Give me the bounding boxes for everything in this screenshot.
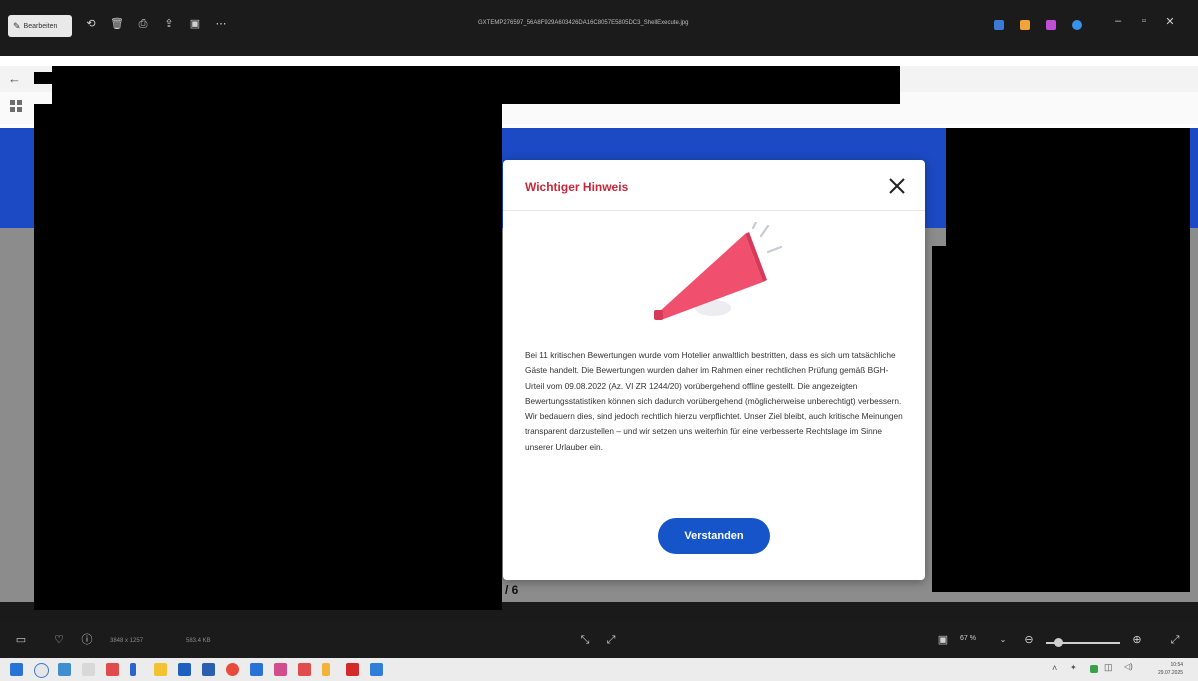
understood-button[interactable]: Verstanden — [658, 518, 770, 554]
taskbar-app-icon[interactable] — [274, 663, 287, 676]
start-icon[interactable] — [10, 663, 23, 676]
file-size: 583.4 KB — [186, 638, 211, 644]
fullscreen-icon[interactable]: ⤢ — [1168, 633, 1182, 647]
search-icon[interactable] — [34, 663, 49, 678]
image-dimensions: 3848 x 1257 — [110, 638, 144, 644]
chevron-down-icon[interactable]: ⌄ — [996, 633, 1010, 647]
screen-icon[interactable]: ▣ — [936, 633, 950, 647]
pdf-icon[interactable] — [346, 663, 359, 676]
taskbar-app-icon[interactable] — [178, 663, 191, 676]
page-counter: / 6 — [505, 583, 519, 597]
taskbar-clock[interactable]: 10:54 29.07.2025 — [1158, 661, 1183, 677]
network-icon[interactable]: ✦ — [1070, 663, 1077, 672]
zoom-level[interactable]: 67 % — [960, 635, 976, 642]
taskbar-app-icon[interactable] — [58, 663, 71, 676]
back-arrow-icon[interactable]: ← — [8, 71, 21, 86]
megaphone-icon — [654, 222, 783, 320]
app-icon[interactable] — [1046, 20, 1056, 30]
zoom-slider-thumb[interactable] — [1054, 638, 1063, 647]
chrome-icon[interactable] — [226, 663, 239, 676]
clock-time: 10:54 — [1170, 662, 1184, 668]
dialog-message: Bei 11 kritischen Bewertungen wurde vom … — [525, 350, 903, 452]
edit-icon: ✎ — [13, 20, 21, 31]
chevron-up-icon[interactable]: ˄ — [1052, 663, 1057, 673]
apps-grid-icon[interactable] — [10, 100, 22, 112]
close-window-icon[interactable]: ✕ — [1162, 15, 1178, 28]
taskbar-app-icon[interactable] — [82, 663, 95, 676]
zoom-out-icon[interactable]: ⊖ — [1022, 633, 1036, 647]
tray-app-icon[interactable] — [1090, 665, 1098, 673]
dialog-title: Wichtiger Hinweis — [525, 180, 629, 194]
redaction-block — [52, 66, 900, 104]
redaction-block — [34, 72, 54, 84]
app-icon[interactable] — [1020, 20, 1030, 30]
redaction-block — [946, 128, 1190, 246]
fit-icon[interactable]: ⤡ — [578, 633, 592, 647]
minimize-icon[interactable]: – — [1110, 15, 1126, 27]
viewer-title-bar — [0, 0, 1198, 56]
favorite-icon[interactable]: ♡ — [52, 633, 66, 647]
photos-icon[interactable] — [370, 663, 383, 676]
notice-dialog: Wichtiger Hinweis Bei 11 kritischen Bewe… — [503, 160, 925, 580]
dialog-divider — [503, 210, 925, 211]
delete-icon[interactable]: 🗑 — [110, 17, 124, 31]
close-icon — [889, 178, 905, 194]
print-icon[interactable]: ⎙ — [136, 17, 150, 31]
edit-button-label: Bearbeiten — [23, 22, 58, 30]
actual-size-icon[interactable]: ⤢ — [604, 633, 618, 647]
rotate-icon[interactable]: ⟲ — [84, 17, 98, 31]
app-icon[interactable] — [994, 20, 1004, 30]
redaction-block — [34, 104, 502, 610]
file-name: GXTEMP276597_56A8F929A603426DA16C8057E58… — [478, 20, 689, 26]
more-icon[interactable]: ⋯ — [214, 17, 228, 31]
maximize-icon[interactable]: ▫ — [1136, 15, 1152, 27]
viewer-status-bar — [0, 622, 1198, 658]
info-icon[interactable]: ⓘ — [80, 633, 94, 647]
taskbar-app-icon[interactable] — [106, 663, 119, 676]
zoom-in-icon[interactable]: ⊕ — [1130, 633, 1144, 647]
taskbar-app-icon[interactable] — [250, 663, 263, 676]
info-icon[interactable]: ▣ — [188, 17, 202, 31]
taskbar-app-icon[interactable] — [130, 663, 136, 676]
close-button[interactable] — [885, 174, 909, 198]
folder-icon[interactable] — [154, 663, 167, 676]
edit-button[interactable]: ✎ Bearbeiten — [8, 15, 72, 37]
clock-date: 29.07.2025 — [1158, 670, 1184, 676]
redaction-block — [932, 246, 1190, 592]
cloud-icon[interactable] — [1072, 20, 1082, 30]
volume-icon[interactable]: ◁) — [1124, 662, 1133, 671]
share-icon[interactable]: ⇪ — [162, 17, 176, 31]
taskbar-app-icon[interactable] — [202, 663, 215, 676]
taskbar-app-icon[interactable] — [298, 663, 311, 676]
wifi-icon[interactable]: ◫ — [1104, 662, 1113, 673]
taskbar-app-icon[interactable] — [322, 663, 330, 676]
filmstrip-icon[interactable]: ▭ — [14, 633, 28, 647]
